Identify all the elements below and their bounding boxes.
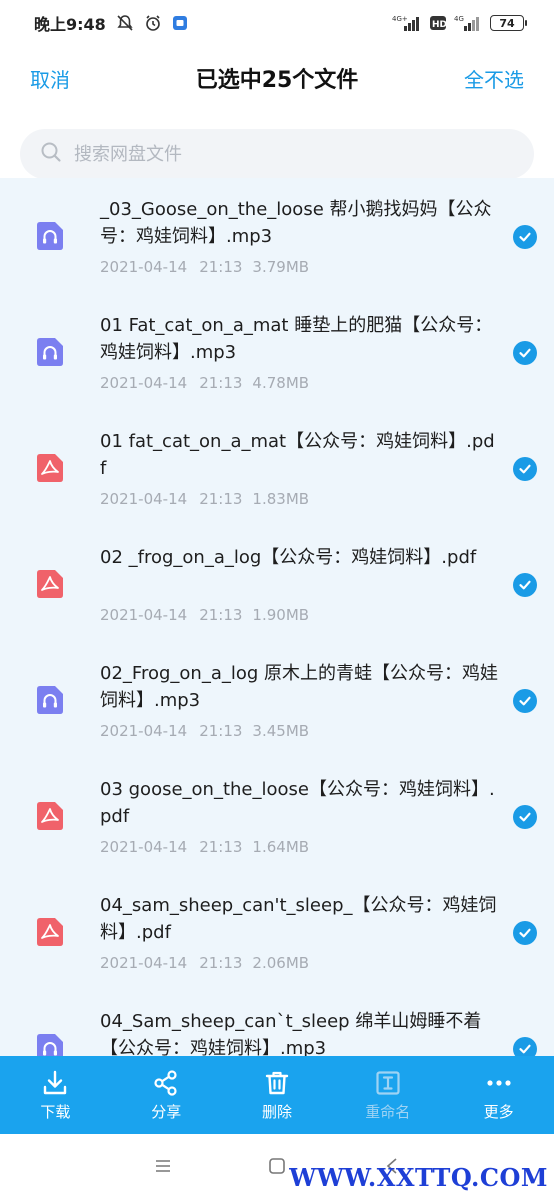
mute-icon: [116, 14, 134, 32]
battery-icon: 74: [490, 15, 527, 31]
file-meta: 2021-04-14 21:13 4.78MB: [100, 374, 309, 392]
audio-file-icon: [37, 686, 63, 714]
audio-file-icon: [37, 338, 63, 366]
file-size: 4.78MB: [252, 374, 310, 392]
file-date: 2021-04-14: [100, 490, 188, 508]
more-label: 更多: [483, 1102, 514, 1121]
file-name: _03_Goose_on_the_loose 帮小鹅找妈妈【公众号：鸡娃饲料】.…: [100, 199, 492, 247]
file-meta: 2021-04-14 21:13 2.06MB: [100, 954, 309, 972]
file-item[interactable]: 04_sam_sheep_can't_sleep_【公众号：鸡娃饲料】.pdf 2…: [0, 874, 554, 990]
file-time: 21:13: [199, 722, 243, 740]
file-list[interactable]: _03_Goose_on_the_loose 帮小鹅找妈妈【公众号：鸡娃饲料】.…: [0, 178, 554, 1056]
hd-label: HD: [432, 20, 446, 30]
file-date: 2021-04-14: [100, 374, 188, 392]
file-item[interactable]: 04_Sam_sheep_can`t_sleep 绵羊山姆睡不着【公众号：鸡娃饲…: [0, 990, 554, 1056]
menu-nav-icon[interactable]: [153, 1156, 173, 1180]
file-meta: 2021-04-14 21:13 1.90MB: [100, 606, 309, 624]
file-time: 21:13: [199, 258, 243, 276]
file-time: 21:13: [199, 490, 243, 508]
file-item[interactable]: 01 fat_cat_on_a_mat【公众号：鸡娃饲料】.pdf 2021-04…: [0, 410, 554, 526]
file-name: 04_sam_sheep_can't_sleep_【公众号：鸡娃饲料】.pdf: [100, 895, 497, 943]
file-item[interactable]: 01 Fat_cat_on_a_mat 睡垫上的肥猫【公众号：鸡娃饲料】.mp3…: [0, 294, 554, 410]
file-meta: 2021-04-14 21:13 1.64MB: [100, 838, 309, 856]
share-label: 分享: [151, 1102, 182, 1121]
file-name: 03 goose_on_the_loose【公众号：鸡娃饲料】.pdf: [100, 779, 495, 827]
file-time: 21:13: [199, 838, 243, 856]
pdf-file-icon: [37, 802, 63, 830]
file-time: 21:13: [199, 374, 243, 392]
download-icon: [44, 1070, 67, 1094]
delete-label: 删除: [261, 1102, 292, 1121]
file-name: 02 _frog_on_a_log【公众号：鸡娃饲料】.pdf: [100, 547, 477, 568]
file-time: 21:13: [199, 606, 243, 624]
pdf-file-icon: [37, 570, 63, 598]
network-type-label: 4G+: [392, 15, 408, 23]
rename-button[interactable]: 重命名: [332, 1056, 443, 1134]
file-item[interactable]: 02 _frog_on_a_log【公众号：鸡娃饲料】.pdf 2021-04-1…: [0, 526, 554, 642]
file-meta: 2021-04-14 21:13 3.79MB: [100, 258, 309, 276]
file-meta: 2021-04-14 21:13 3.45MB: [100, 722, 309, 740]
app-notification-icon: [172, 15, 188, 31]
pdf-file-icon: [37, 454, 63, 482]
file-item[interactable]: _03_Goose_on_the_loose 帮小鹅找妈妈【公众号：鸡娃饲料】.…: [0, 178, 554, 294]
audio-file-icon: [37, 222, 63, 250]
network-type-label-2: 4G: [454, 15, 464, 23]
share-button[interactable]: 分享: [111, 1056, 222, 1134]
checkmark-icon[interactable]: [513, 1037, 537, 1056]
file-name: 01 Fat_cat_on_a_mat 睡垫上的肥猫【公众号：鸡娃饲料】.mp3: [100, 315, 493, 363]
file-size: 3.45MB: [252, 722, 310, 740]
file-item[interactable]: 02_Frog_on_a_log 原木上的青蛙【公众号：鸡娃饲料】.mp3 202…: [0, 642, 554, 758]
file-date: 2021-04-14: [100, 838, 188, 856]
download-label: 下载: [40, 1102, 71, 1121]
file-size: 2.06MB: [252, 954, 310, 972]
checkmark-icon[interactable]: [513, 689, 537, 713]
pdf-file-icon: [37, 918, 63, 946]
share-icon: [154, 1069, 177, 1096]
checkmark-icon[interactable]: [513, 921, 537, 945]
signal-icon: 4G+: [392, 14, 422, 32]
file-size: 1.64MB: [252, 838, 310, 856]
status-time: 晚上9:48: [34, 15, 106, 34]
checkmark-icon[interactable]: [513, 341, 537, 365]
file-size: 3.79MB: [252, 258, 310, 276]
deselect-all-button[interactable]: 全不选: [464, 64, 524, 93]
file-name: 02_Frog_on_a_log 原木上的青蛙【公众号：鸡娃饲料】.mp3: [100, 663, 499, 711]
file-date: 2021-04-14: [100, 954, 188, 972]
signal-icon-2: 4G: [454, 14, 482, 32]
checkmark-icon[interactable]: [513, 805, 537, 829]
watermark-text: WWW.XXTTQ.COM: [289, 1163, 548, 1192]
checkmark-icon[interactable]: [513, 457, 537, 481]
checkmark-icon[interactable]: [513, 573, 537, 597]
file-time: 21:13: [199, 954, 243, 972]
action-bar: 下载 分享 删除 重命名 更多: [0, 1056, 554, 1134]
selection-header: 取消 已选中25个文件 全不选: [0, 50, 554, 106]
file-meta: 2021-04-14 21:13 1.83MB: [100, 490, 309, 508]
file-date: 2021-04-14: [100, 722, 188, 740]
status-bar: 晚上9:48 4G+ HD 4G 74: [0, 0, 554, 46]
alarm-icon: [144, 14, 162, 32]
home-nav-icon[interactable]: [267, 1156, 287, 1180]
rename-label: 重命名: [365, 1102, 411, 1121]
more-icon: [486, 1079, 511, 1086]
file-size: 1.83MB: [252, 490, 310, 508]
trash-icon: [265, 1071, 289, 1094]
download-button[interactable]: 下载: [0, 1056, 111, 1134]
search-icon: [40, 141, 62, 167]
file-item[interactable]: 03 goose_on_the_loose【公众号：鸡娃饲料】.pdf 2021-…: [0, 758, 554, 874]
file-date: 2021-04-14: [100, 258, 188, 276]
search-input[interactable]: [74, 143, 494, 165]
rename-icon: [376, 1070, 400, 1095]
hd-icon: HD: [430, 15, 446, 31]
delete-button[interactable]: 删除: [222, 1056, 333, 1134]
file-name: 01 fat_cat_on_a_mat【公众号：鸡娃饲料】.pdf: [100, 431, 495, 479]
file-date: 2021-04-14: [100, 606, 188, 624]
cancel-button[interactable]: 取消: [30, 64, 70, 93]
file-name: 04_Sam_sheep_can`t_sleep 绵羊山姆睡不着【公众号：鸡娃饲…: [100, 1011, 482, 1056]
audio-file-icon: [37, 1034, 63, 1056]
file-size: 1.90MB: [252, 606, 310, 624]
more-button[interactable]: 更多: [443, 1056, 554, 1134]
checkmark-icon[interactable]: [513, 225, 537, 249]
search-bar[interactable]: [20, 129, 534, 179]
